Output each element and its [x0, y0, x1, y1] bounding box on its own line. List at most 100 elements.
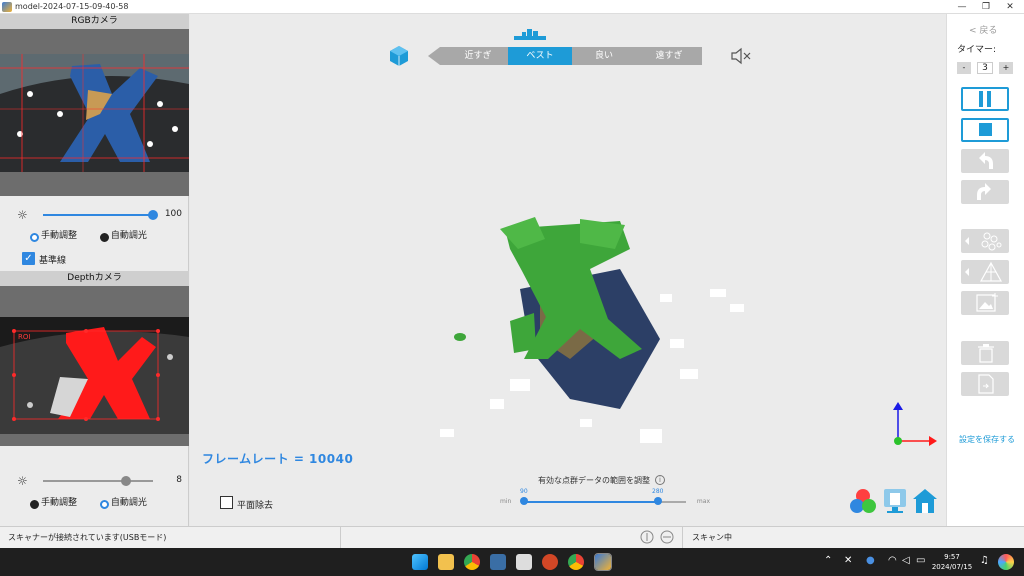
- close-tray-icon[interactable]: ✕: [844, 555, 852, 566]
- axes-gizmo: [893, 402, 937, 446]
- wifi-icon[interactable]: ◠: [888, 555, 897, 566]
- minimize-button[interactable]: —: [950, 0, 974, 14]
- stop-icon: [979, 123, 992, 136]
- divider: [340, 527, 341, 549]
- slider-fill: [43, 214, 153, 216]
- texture-tool-button[interactable]: [961, 291, 1009, 315]
- redo-button[interactable]: [961, 180, 1009, 204]
- clock-date: 2024/07/15: [931, 563, 973, 571]
- timer-increment-button[interactable]: +: [999, 62, 1013, 74]
- link-icon: [660, 530, 674, 544]
- scanner-app-icon[interactable]: [594, 553, 612, 571]
- save-settings-link[interactable]: 設定を保存する: [959, 434, 1015, 445]
- copilot-icon[interactable]: [998, 554, 1014, 570]
- image-add-icon: [976, 293, 998, 312]
- range-low-value: 90: [520, 488, 528, 495]
- home-view-icon[interactable]: [912, 487, 938, 515]
- slider-knob[interactable]: [148, 210, 158, 220]
- distance-too-far: 遠すぎ: [636, 47, 702, 65]
- range-fill: [524, 501, 658, 503]
- tray-app-icon[interactable]: ●: [866, 555, 875, 566]
- point-range-slider[interactable]: min max 90 280: [500, 488, 710, 508]
- rgb-brightness-slider[interactable]: ☼ 100: [17, 208, 182, 222]
- point-cloud-tool-button[interactable]: [961, 229, 1009, 253]
- depth-auto-radio[interactable]: 自動調光: [99, 497, 147, 509]
- depth-camera-preview: ROI: [0, 317, 189, 434]
- checkbox-box: [220, 496, 233, 509]
- depth-camera-title: Depthカメラ: [0, 271, 189, 286]
- redo-icon: [977, 183, 991, 200]
- mesh-tool-button[interactable]: [961, 260, 1009, 284]
- mute-icon[interactable]: [730, 46, 752, 66]
- info-icon[interactable]: i: [655, 475, 665, 485]
- check-icon: ✓: [22, 252, 35, 265]
- range-high-value: 280: [652, 488, 664, 495]
- undo-button[interactable]: [961, 149, 1009, 173]
- point-cloud-icon: [965, 232, 1002, 251]
- framerate-readout: フレームレート = 10040: [202, 452, 354, 466]
- file-explorer-icon[interactable]: [438, 554, 454, 570]
- restore-button[interactable]: ❐: [974, 0, 998, 14]
- chrome-icon[interactable]: [464, 554, 480, 570]
- status-bar: スキャナーが接続されています(USBモード) スキャン中: [0, 526, 1024, 549]
- right-panel: < 戻る タイマー: - 3 + 設定を保存する: [946, 14, 1024, 526]
- pause-button[interactable]: [961, 87, 1009, 111]
- rgb-brightness-value: 100: [164, 209, 182, 219]
- distance-best: ベスト: [508, 47, 572, 65]
- scan-status: スキャン中: [692, 533, 732, 542]
- range-low-knob[interactable]: [520, 497, 528, 505]
- start-icon[interactable]: [412, 554, 428, 570]
- connection-status: スキャナーが接続されています(USBモード): [8, 533, 167, 542]
- export-button[interactable]: [961, 372, 1009, 396]
- brightness-icon: ☼: [17, 208, 28, 222]
- app-icon[interactable]: [490, 554, 506, 570]
- taskbar: ⌃ ✕ ● ◠ ◁ ▭ 9:57 2024/07/15 ♫: [0, 548, 1024, 576]
- rgb-mode-group: 手動調整 自動調光: [30, 230, 167, 242]
- title-bar: model-2024-07-15-09-40-58 — ❐ ✕: [0, 0, 1024, 14]
- depth-exposure-slider[interactable]: ☼ 8: [17, 474, 182, 488]
- clock[interactable]: 9:57 2024/07/15: [930, 552, 974, 572]
- clock-time: 9:57: [944, 553, 960, 561]
- volume-icon[interactable]: ◁: [902, 555, 910, 566]
- range-min-label: min: [500, 498, 512, 505]
- depth-mode-group: 手動調整 自動調光: [30, 497, 167, 509]
- color-mode-icon[interactable]: [848, 487, 878, 515]
- brightness-icon: ☼: [17, 474, 28, 488]
- notification-icon[interactable]: ♫: [980, 555, 989, 566]
- distance-good: 良い: [572, 47, 636, 65]
- cube-view-icon[interactable]: [389, 45, 409, 67]
- slider-knob[interactable]: [120, 476, 131, 486]
- roi-label: ROI: [18, 333, 31, 341]
- range-high-knob[interactable]: [654, 497, 662, 505]
- plane-removal-label: 平面除去: [237, 501, 274, 511]
- rgb-manual-radio[interactable]: 手動調整: [30, 230, 77, 242]
- battery-icon[interactable]: ▭: [916, 555, 925, 566]
- document-icon: [978, 374, 994, 394]
- window-title: model-2024-07-15-09-40-58: [15, 2, 129, 11]
- delete-button[interactable]: [961, 341, 1009, 365]
- stop-button[interactable]: [961, 118, 1009, 142]
- rgb-auto-radio[interactable]: 自動調光: [99, 230, 147, 242]
- timer-stepper: - 3 +: [957, 62, 1013, 74]
- texture-mode-icon[interactable]: [882, 487, 908, 515]
- powerpoint-icon[interactable]: [542, 554, 558, 570]
- trash-icon: [978, 344, 994, 363]
- tray-chevron-icon[interactable]: ⌃: [824, 555, 832, 566]
- app-icon[interactable]: [516, 554, 532, 570]
- depth-exposure-value: 8: [176, 475, 182, 485]
- chrome-icon[interactable]: [568, 554, 584, 570]
- mesh-icon: [965, 261, 1003, 282]
- depth-manual-radio[interactable]: 手動調整: [30, 497, 77, 509]
- point-cloud-view: [440, 217, 744, 443]
- distance-indicator: 近すぎ ベスト 良い 遠すぎ: [428, 47, 702, 65]
- range-title: 有効な点群データの範囲を調整: [538, 476, 650, 485]
- close-button[interactable]: ✕: [998, 0, 1022, 14]
- timer-decrement-button[interactable]: -: [957, 62, 971, 74]
- timer-label: タイマー:: [957, 45, 997, 55]
- back-button[interactable]: < 戻る: [969, 23, 997, 36]
- pause-icon: [979, 91, 991, 107]
- timer-value[interactable]: 3: [977, 62, 993, 74]
- undo-icon: [979, 152, 993, 169]
- view-mode-icons: [848, 485, 940, 515]
- wifi-off-icon: [640, 530, 654, 544]
